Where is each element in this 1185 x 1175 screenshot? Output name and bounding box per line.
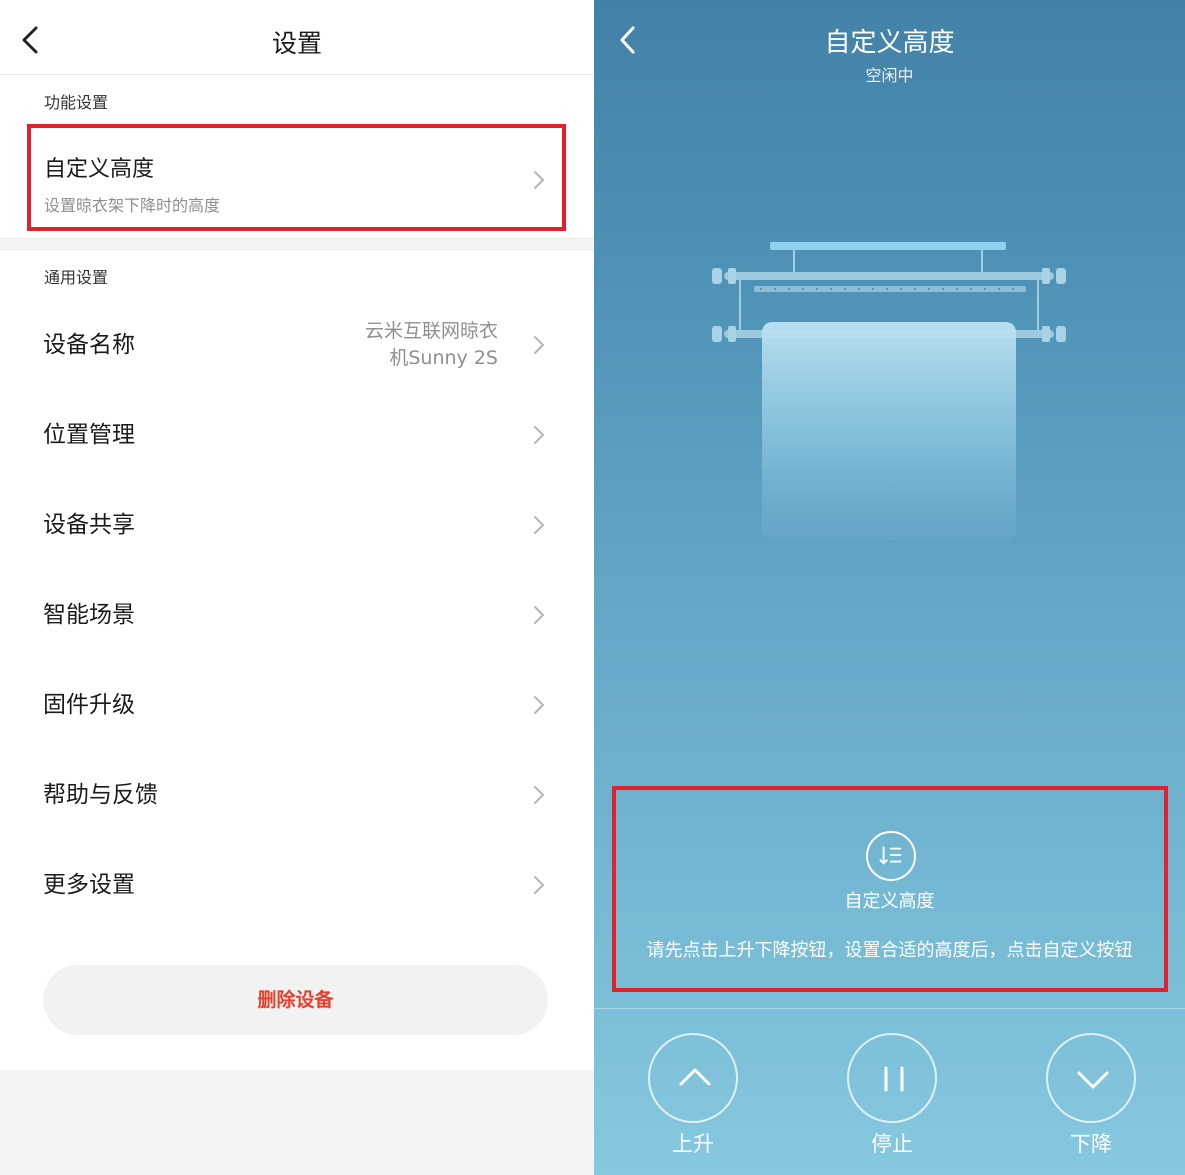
settings-header: 设置 [0, 0, 594, 75]
settings-item-label: 固件升级 [43, 692, 135, 718]
page-title: 设置 [271, 29, 322, 58]
page-title: 自定义高度 [824, 28, 955, 58]
settings-item-device-name[interactable]: 设备名称 云米互联网晾衣机Sunny 2S [0, 300, 594, 390]
settings-item-label: 更多设置 [43, 872, 135, 898]
up-button[interactable] [648, 1033, 738, 1123]
settings-item-help[interactable]: 帮助与反馈 [0, 750, 594, 840]
up-label: 上升 [672, 1132, 714, 1156]
section-divider [0, 238, 594, 250]
bottom-background [0, 1070, 594, 1175]
chevron-right-icon [534, 426, 544, 444]
highlight-custom-height [27, 124, 566, 231]
settings-item-label: 智能场景 [43, 602, 135, 628]
settings-item-label: 设备名称 [43, 332, 135, 358]
chevron-right-icon [534, 786, 544, 804]
hint-text: 请先点击上升下降按钮，设置合适的高度后，点击自定义按钮 [646, 940, 1133, 961]
settings-item-label: 位置管理 [43, 422, 135, 448]
settings-item-more[interactable]: 更多设置 [0, 840, 594, 930]
settings-item-share[interactable]: 设备共享 [0, 480, 594, 570]
stop-button[interactable] [847, 1033, 937, 1123]
settings-item-label: 设备共享 [43, 512, 135, 538]
section-title-general: 通用设置 [44, 268, 109, 287]
chevron-right-icon [534, 336, 544, 354]
settings-item-firmware[interactable]: 固件升级 [0, 660, 594, 750]
settings-item-scene[interactable]: 智能场景 [0, 570, 594, 660]
chevron-right-icon [534, 516, 544, 534]
hint-title: 自定义高度 [844, 891, 935, 912]
pause-icon [884, 1066, 904, 1092]
control-divider [594, 1008, 1185, 1009]
device-status: 空闲中 [865, 66, 914, 85]
drying-rack-illustration [712, 242, 1066, 540]
arrow-down-icon [1077, 1071, 1109, 1089]
down-button[interactable] [1046, 1033, 1136, 1123]
settings-item-label: 帮助与反馈 [43, 782, 158, 808]
custom-height-screen: 自定义高度 空闲中 自定义高度 请先点击上升下降按钮，设置合适的高度后，点击自定… [594, 0, 1185, 1175]
settings-item-location[interactable]: 位置管理 [0, 390, 594, 480]
arrow-up-icon [679, 1068, 711, 1086]
down-label: 下降 [1070, 1132, 1112, 1156]
section-title-function: 功能设置 [44, 93, 109, 112]
chevron-right-icon [534, 876, 544, 894]
chevron-right-icon [534, 606, 544, 624]
settings-screen: 设置 功能设置 自定义高度 设置晾衣架下降时的高度 通用设置 设备名称 云米互联… [0, 0, 594, 1175]
chevron-right-icon [534, 696, 544, 714]
stop-label: 停止 [871, 1132, 913, 1156]
delete-device-button[interactable]: 删除设备 [43, 965, 548, 1035]
custom-height-icon[interactable] [866, 831, 916, 881]
device-name-value: 云米互联网晾衣机Sunny 2S [364, 320, 498, 369]
